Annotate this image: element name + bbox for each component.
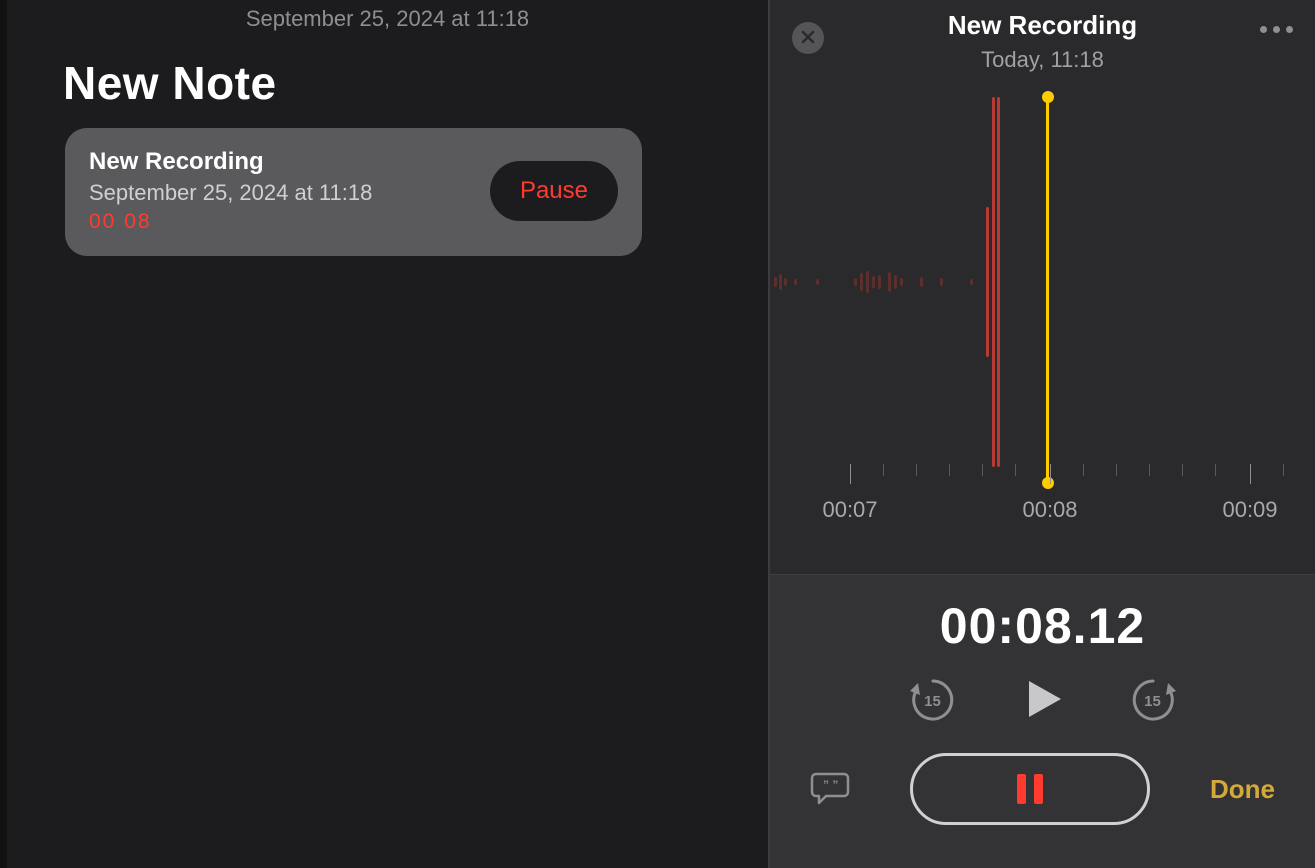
ellipsis-icon — [1286, 26, 1293, 33]
recording-card-elapsed: 00 08 — [89, 210, 372, 234]
waveform-panel[interactable]: 00:07 00:08 00:09 — [770, 79, 1315, 574]
tick-label: 00:07 — [822, 497, 877, 523]
close-button[interactable] — [792, 22, 824, 54]
svg-text:” ”: ” ” — [823, 778, 838, 792]
ellipsis-icon — [1273, 26, 1280, 33]
app-root: September 25, 2024 at 11:18 New Note New… — [0, 0, 1315, 868]
transcript-button[interactable]: ” ” — [810, 771, 850, 808]
recording-attachment-card[interactable]: New Recording September 25, 2024 at 11:1… — [65, 128, 642, 256]
play-button[interactable] — [1016, 673, 1070, 727]
tick-label: 00:09 — [1222, 497, 1277, 523]
recording-card-date: September 25, 2024 at 11:18 — [89, 180, 372, 206]
skip-forward-amount: 15 — [1144, 693, 1161, 710]
memo-subtitle: Today, 11:18 — [790, 47, 1295, 73]
tick-label: 00:08 — [1022, 497, 1077, 523]
note-title[interactable]: New Note — [63, 56, 768, 110]
notes-pane: September 25, 2024 at 11:18 New Note New… — [0, 0, 768, 868]
playback-controls: 00:08.12 15 — [770, 574, 1315, 868]
skip-back-amount: 15 — [924, 693, 941, 710]
play-icon — [1021, 709, 1065, 724]
bottom-action-row: ” ” Done — [770, 727, 1315, 855]
quote-bubble-icon: ” ” — [810, 793, 850, 808]
elapsed-time: 00:08.12 — [940, 597, 1145, 655]
memo-header: New Recording Today, 11:18 — [770, 0, 1315, 79]
close-icon — [801, 30, 815, 47]
pause-icon — [1017, 774, 1043, 804]
skip-forward-icon — [1128, 713, 1178, 728]
done-button[interactable]: Done — [1210, 774, 1275, 805]
more-options-button[interactable] — [1260, 26, 1293, 33]
skip-back-icon — [908, 713, 958, 728]
note-date-header: September 25, 2024 at 11:18 — [7, 0, 768, 32]
playback-row: 15 15 — [908, 673, 1178, 727]
recording-card-info: New Recording September 25, 2024 at 11:1… — [89, 148, 372, 234]
waveform — [770, 97, 1315, 467]
recording-card-pause-button[interactable]: Pause — [490, 161, 618, 221]
timeline-ticks — [770, 464, 1315, 494]
skip-forward-15-button[interactable]: 15 — [1128, 675, 1178, 725]
playhead[interactable] — [1046, 97, 1049, 483]
skip-back-15-button[interactable]: 15 — [908, 675, 958, 725]
voice-memo-pane: New Recording Today, 11:18 — [768, 0, 1315, 868]
record-pause-toggle[interactable] — [910, 753, 1150, 825]
recording-card-title: New Recording — [89, 148, 372, 176]
ellipsis-icon — [1260, 26, 1267, 33]
memo-title: New Recording — [790, 10, 1295, 41]
